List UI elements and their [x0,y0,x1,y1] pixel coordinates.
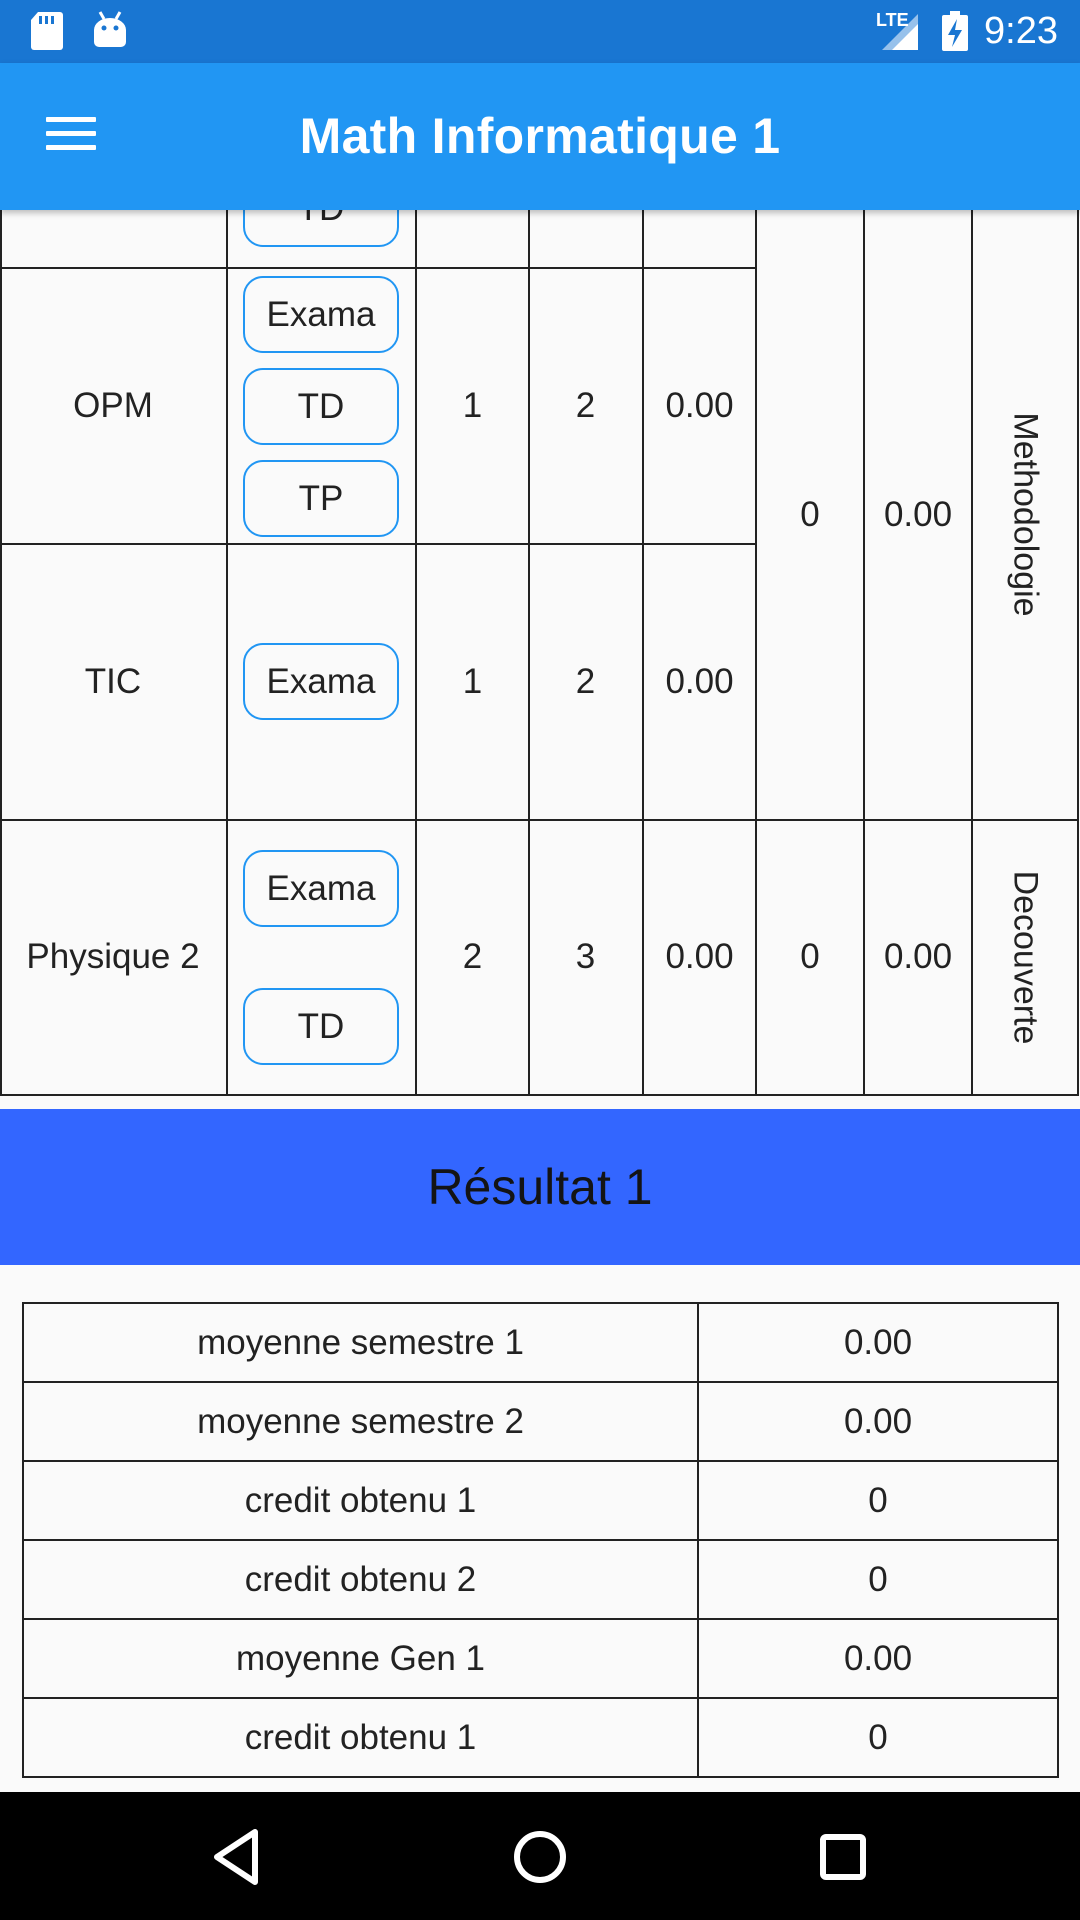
result-label: moyenne Gen 1 [22,1618,699,1699]
module-coef: 2 [462,937,483,976]
result-value: 0.00 [697,1302,1059,1383]
result-label: credit obtenu 2 [22,1539,699,1620]
page-title: Math Informatique 1 [299,108,781,164]
module-credit: 3 [575,937,596,976]
table-row: moyenne Gen 1 0.00 [22,1618,1059,1699]
module-name: Physique 2 [26,937,200,976]
unit-average: 0.00 [883,937,953,976]
result-banner: Résultat 1 [0,1109,1080,1265]
back-icon[interactable] [203,1822,273,1892]
unit-credit: 0 [800,494,820,534]
clock-time: 9:23 [984,10,1058,52]
scroll-content[interactable]: TD OPM Exama TD TP 1 2 0.00 TIC Exama 1 … [0,210,1080,1792]
result-label: moyenne semestre 1 [22,1302,699,1383]
module-name: TIC [84,661,142,701]
unit-average: 0.00 [883,494,953,534]
result-table: moyenne semestre 1 0.00 moyenne semestre … [22,1302,1059,1778]
physique-td-button[interactable]: TD [243,988,399,1065]
result-value: 0.00 [697,1618,1059,1699]
unit-label: Methodologie [972,210,1078,819]
result-label: credit obtenu 1 [22,1697,699,1778]
module-coef: 1 [462,661,483,701]
unit-label-text: Decouverte [1006,870,1045,1044]
signal-icon [880,14,920,57]
table-row: moyenne semestre 1 0.00 [22,1302,1059,1383]
unit-label: Decouverte [972,820,1078,1094]
result-value: 0.00 [697,1381,1059,1462]
table-row: credit obtenu 10 [22,1460,1059,1541]
app-bar: Math Informatique 1 [0,63,1080,210]
module-credit: 2 [575,661,596,701]
sd-card-icon [30,12,64,55]
navigation-bar [0,1792,1080,1920]
result-label: credit obtenu 1 [22,1460,699,1541]
recents-icon[interactable] [808,1822,878,1892]
module-credit: 2 [575,385,596,425]
result-label: moyenne semestre 2 [22,1381,699,1462]
tic-exam-button[interactable]: Exama [243,643,399,720]
home-icon[interactable] [505,1822,575,1892]
unit-label-text: Methodologie [1006,412,1045,617]
android-icon [92,10,128,53]
table-row: credit obtenu 20 [22,1539,1059,1620]
module-name: OPM [73,385,153,425]
module-average: 0.00 [665,661,734,701]
opm-tp-button[interactable]: TP [243,460,399,537]
table-row: moyenne semestre 2 0.00 [22,1381,1059,1462]
battery-charging-icon [942,11,968,56]
opm-td-button[interactable]: TD [243,368,399,445]
module-0-td-button[interactable]: TD [243,210,399,247]
app-screen: LTE 9:23 Math Informatique 1 OPM Exama T… [0,0,1080,1920]
result-value: 0 [697,1460,1059,1541]
physique-exam-button[interactable]: Exama [243,850,399,927]
module-coef: 1 [462,385,483,425]
status-bar: LTE 9:23 [0,0,1080,63]
module-average: 0.00 [665,937,734,976]
result-value: 0 [697,1539,1059,1620]
opm-exam-button[interactable]: Exama [243,276,399,353]
unit-credit: 0 [800,937,820,976]
table-row: credit obtenu 10 [22,1697,1059,1778]
module-average: 0.00 [665,385,734,425]
result-value: 0 [697,1697,1059,1778]
